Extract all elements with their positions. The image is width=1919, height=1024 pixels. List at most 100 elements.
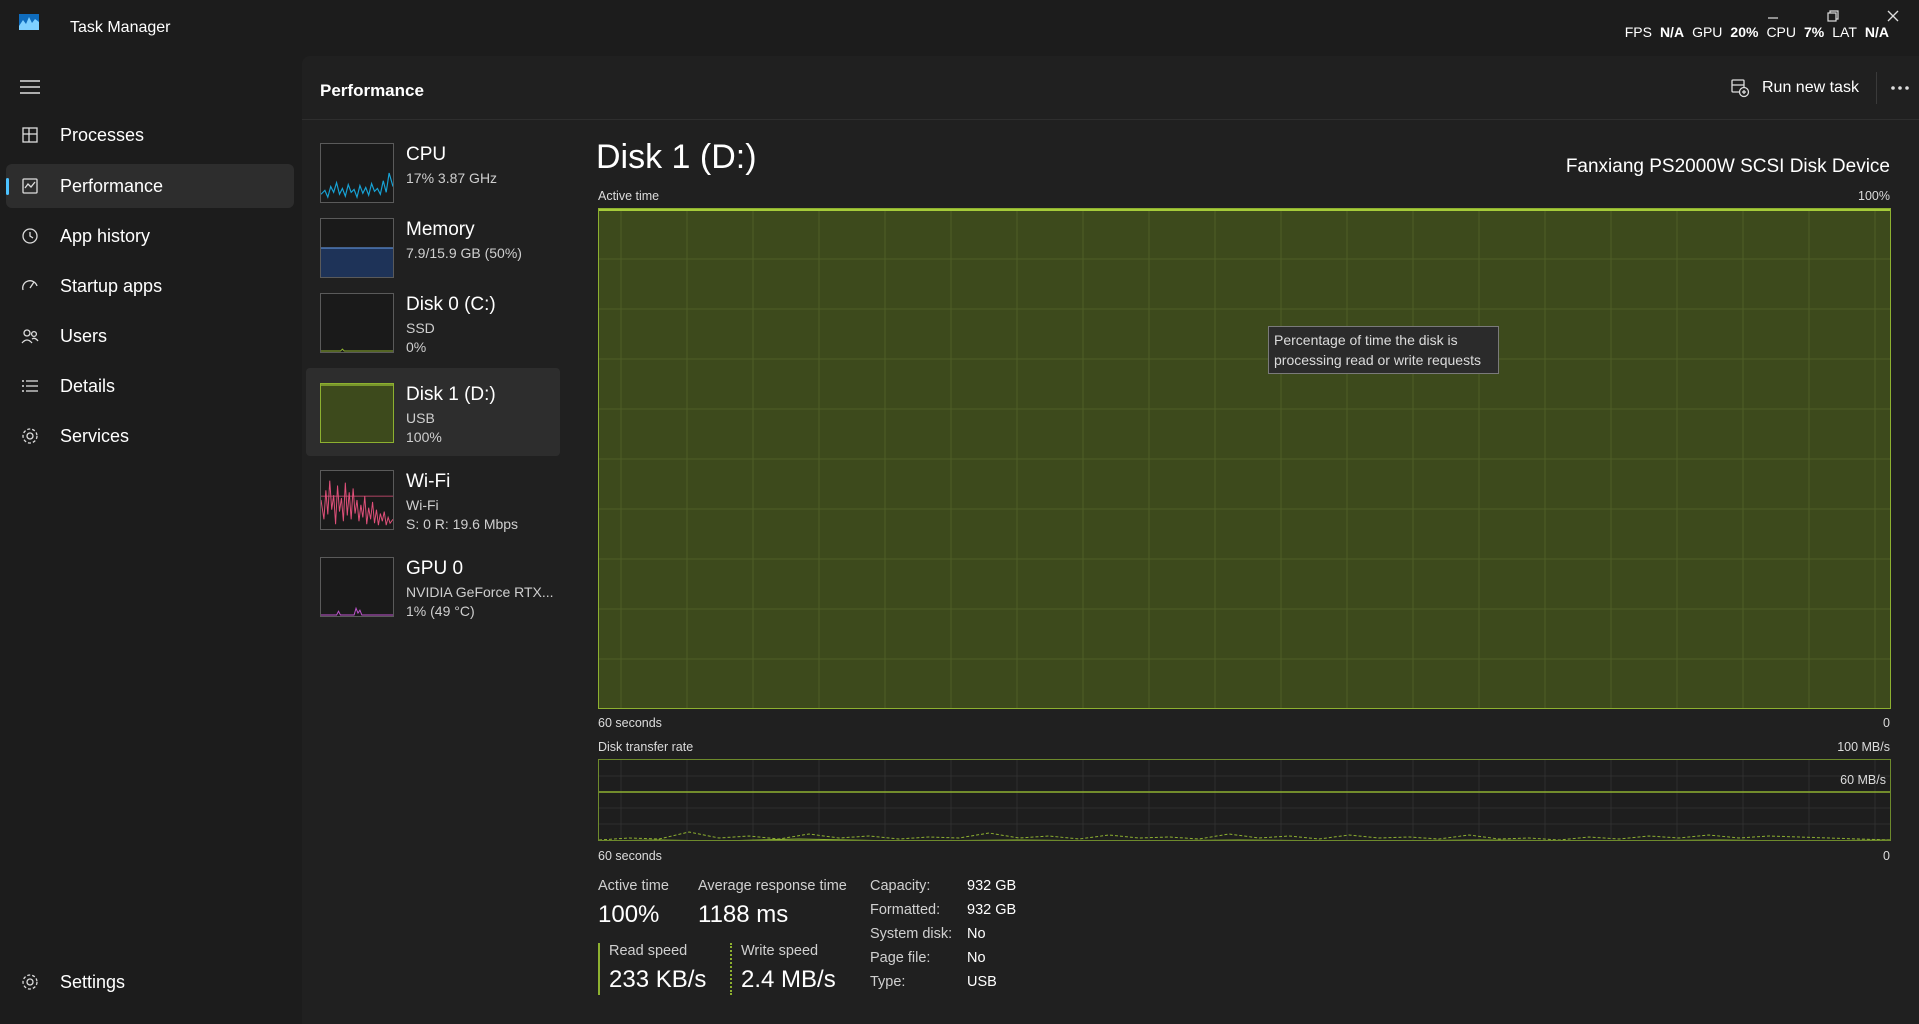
active-time-stat-label: Active time bbox=[598, 878, 669, 894]
sidebar: Processes Performance App history Startu… bbox=[0, 56, 300, 1024]
perf-overlay: FPS N/A GPU 20% CPU 7% LAT N/A bbox=[1625, 24, 1889, 40]
task-manager-logo-icon bbox=[19, 14, 39, 30]
device-subtitle: 17% 3.87 GHz bbox=[406, 170, 498, 186]
active-time-x-right: 0 bbox=[1883, 716, 1890, 730]
run-new-task-label: Run new task bbox=[1762, 79, 1859, 96]
sidebar-item-performance[interactable]: Performance bbox=[6, 164, 294, 208]
sidebar-item-label: Startup apps bbox=[60, 275, 163, 296]
disk0-thumbnail bbox=[320, 293, 394, 353]
property-value: No bbox=[967, 926, 986, 942]
sidebar-item-label: Settings bbox=[60, 971, 126, 992]
details-icon bbox=[22, 380, 38, 392]
device-value: 0% bbox=[406, 339, 427, 355]
sidebar-item-settings[interactable]: Settings bbox=[6, 960, 294, 1004]
close-icon[interactable] bbox=[1885, 8, 1901, 24]
sidebar-item-details[interactable]: Details bbox=[6, 364, 294, 408]
cpu-label: CPU bbox=[1766, 24, 1796, 40]
transfer-rate-ref-label: 60 MB/s bbox=[1840, 773, 1886, 787]
performance-icon bbox=[22, 178, 38, 194]
page-title: Performance bbox=[320, 81, 424, 100]
property-key: System disk: bbox=[870, 926, 953, 942]
detail-title: Disk 1 (D:) bbox=[596, 138, 757, 176]
device-subtitle: USB bbox=[406, 410, 435, 426]
device-model-name: Fanxiang PS2000W SCSI Disk Device bbox=[1565, 156, 1890, 177]
write-speed-label: Write speed bbox=[741, 943, 819, 959]
property-key: Page file: bbox=[870, 950, 931, 966]
cpu-thumbnail bbox=[320, 143, 394, 203]
transfer-rate-grid bbox=[599, 760, 1890, 840]
property-value: USB bbox=[967, 974, 997, 990]
avg-response-label: Average response time bbox=[698, 878, 847, 894]
property-key: Capacity: bbox=[870, 878, 931, 894]
device-disk-1[interactable]: Disk 1 (D:) USB 100% bbox=[306, 368, 560, 456]
settings-gear-icon bbox=[22, 974, 38, 990]
device-wifi[interactable]: Wi-Fi Wi-Fi S: 0 R: 19.6 Mbps bbox=[306, 455, 560, 543]
device-title: Memory bbox=[406, 219, 475, 240]
lat-value: N/A bbox=[1864, 24, 1889, 40]
sidebar-item-services[interactable]: Services bbox=[6, 414, 294, 458]
device-gpu-0[interactable]: GPU 0 NVIDIA GeForce RTX... 1% (49 °C) bbox=[306, 542, 560, 630]
sidebar-item-startup-apps[interactable]: Startup apps bbox=[6, 264, 294, 308]
restore-icon[interactable] bbox=[1825, 8, 1841, 24]
gpu-thumbnail bbox=[320, 557, 394, 617]
transfer-rate-graph-max: 100 MB/s bbox=[1837, 740, 1890, 754]
sidebar-item-app-history[interactable]: App history bbox=[6, 214, 294, 258]
device-title: Disk 1 (D:) bbox=[406, 384, 496, 405]
active-time-tooltip: Percentage of time the disk is processin… bbox=[1268, 326, 1499, 374]
title-bar: Task Manager FPS N/A GPU 20% CPU 7% LAT … bbox=[0, 0, 1919, 56]
device-subtitle: Wi-Fi bbox=[406, 497, 439, 513]
disk1-thumbnail bbox=[320, 383, 394, 443]
property-key: Type: bbox=[870, 974, 906, 990]
device-disk-0[interactable]: Disk 0 (C:) SSD 0% bbox=[306, 278, 560, 366]
device-title: Wi-Fi bbox=[406, 471, 451, 492]
device-title: Disk 0 (C:) bbox=[406, 294, 496, 315]
memory-thumbnail bbox=[320, 218, 394, 278]
sidebar-item-label: Performance bbox=[60, 175, 164, 196]
minimize-icon[interactable] bbox=[1765, 8, 1781, 24]
main-panel: Performance Run new task CPU 17% 3.87 GH… bbox=[302, 56, 1919, 1024]
processes-icon bbox=[22, 127, 38, 143]
property-value: 932 GB bbox=[967, 902, 1017, 918]
gpu-value: 20% bbox=[1730, 24, 1759, 40]
window-title: Task Manager bbox=[70, 19, 171, 36]
read-speed-value: 233 KB/s bbox=[609, 966, 707, 993]
device-title: CPU bbox=[406, 144, 447, 165]
services-icon bbox=[22, 428, 38, 444]
avg-response-value: 1188 ms bbox=[698, 901, 789, 928]
transfer-rate-graph-label: Disk transfer rate bbox=[598, 740, 694, 754]
run-new-task-button[interactable]: Run new task bbox=[1720, 70, 1869, 106]
read-speed-label: Read speed bbox=[609, 943, 688, 959]
transfer-rate-x-right: 0 bbox=[1883, 849, 1890, 863]
property-value: 932 GB bbox=[967, 878, 1017, 894]
page-header: Performance Run new task bbox=[302, 56, 1919, 120]
sidebar-item-users[interactable]: Users bbox=[6, 314, 294, 358]
cpu-value: 7% bbox=[1804, 24, 1825, 40]
write-speed-value: 2.4 MB/s bbox=[741, 966, 836, 993]
read-speed-indicator bbox=[598, 943, 600, 995]
more-options-button[interactable] bbox=[1882, 70, 1918, 106]
sidebar-item-label: Services bbox=[60, 425, 130, 446]
users-icon bbox=[21, 329, 39, 344]
hamburger-menu-icon[interactable] bbox=[20, 80, 40, 94]
active-time-graph[interactable] bbox=[598, 208, 1891, 709]
property-key: Formatted: bbox=[870, 902, 941, 918]
active-time-graph-label: Active time bbox=[598, 189, 660, 203]
window-controls bbox=[1765, 8, 1901, 24]
transfer-rate-graph[interactable]: 60 MB/s bbox=[598, 759, 1891, 841]
run-task-icon bbox=[1731, 79, 1750, 98]
history-icon bbox=[22, 228, 38, 244]
gpu-label: GPU bbox=[1692, 24, 1723, 40]
write-speed-indicator bbox=[730, 943, 732, 995]
sidebar-item-label: Details bbox=[60, 375, 116, 396]
sidebar-item-label: Processes bbox=[60, 124, 145, 145]
fps-value: N/A bbox=[1659, 24, 1685, 40]
property-value: No bbox=[967, 950, 986, 966]
fps-label: FPS bbox=[1624, 24, 1652, 40]
sidebar-item-processes[interactable]: Processes bbox=[6, 113, 294, 157]
device-subtitle: SSD bbox=[406, 320, 435, 336]
device-value: S: 0 R: 19.6 Mbps bbox=[406, 516, 519, 532]
startup-icon bbox=[22, 280, 38, 291]
lat-label: LAT bbox=[1832, 24, 1857, 40]
header-divider bbox=[1876, 72, 1877, 104]
sidebar-item-label: App history bbox=[60, 225, 151, 246]
